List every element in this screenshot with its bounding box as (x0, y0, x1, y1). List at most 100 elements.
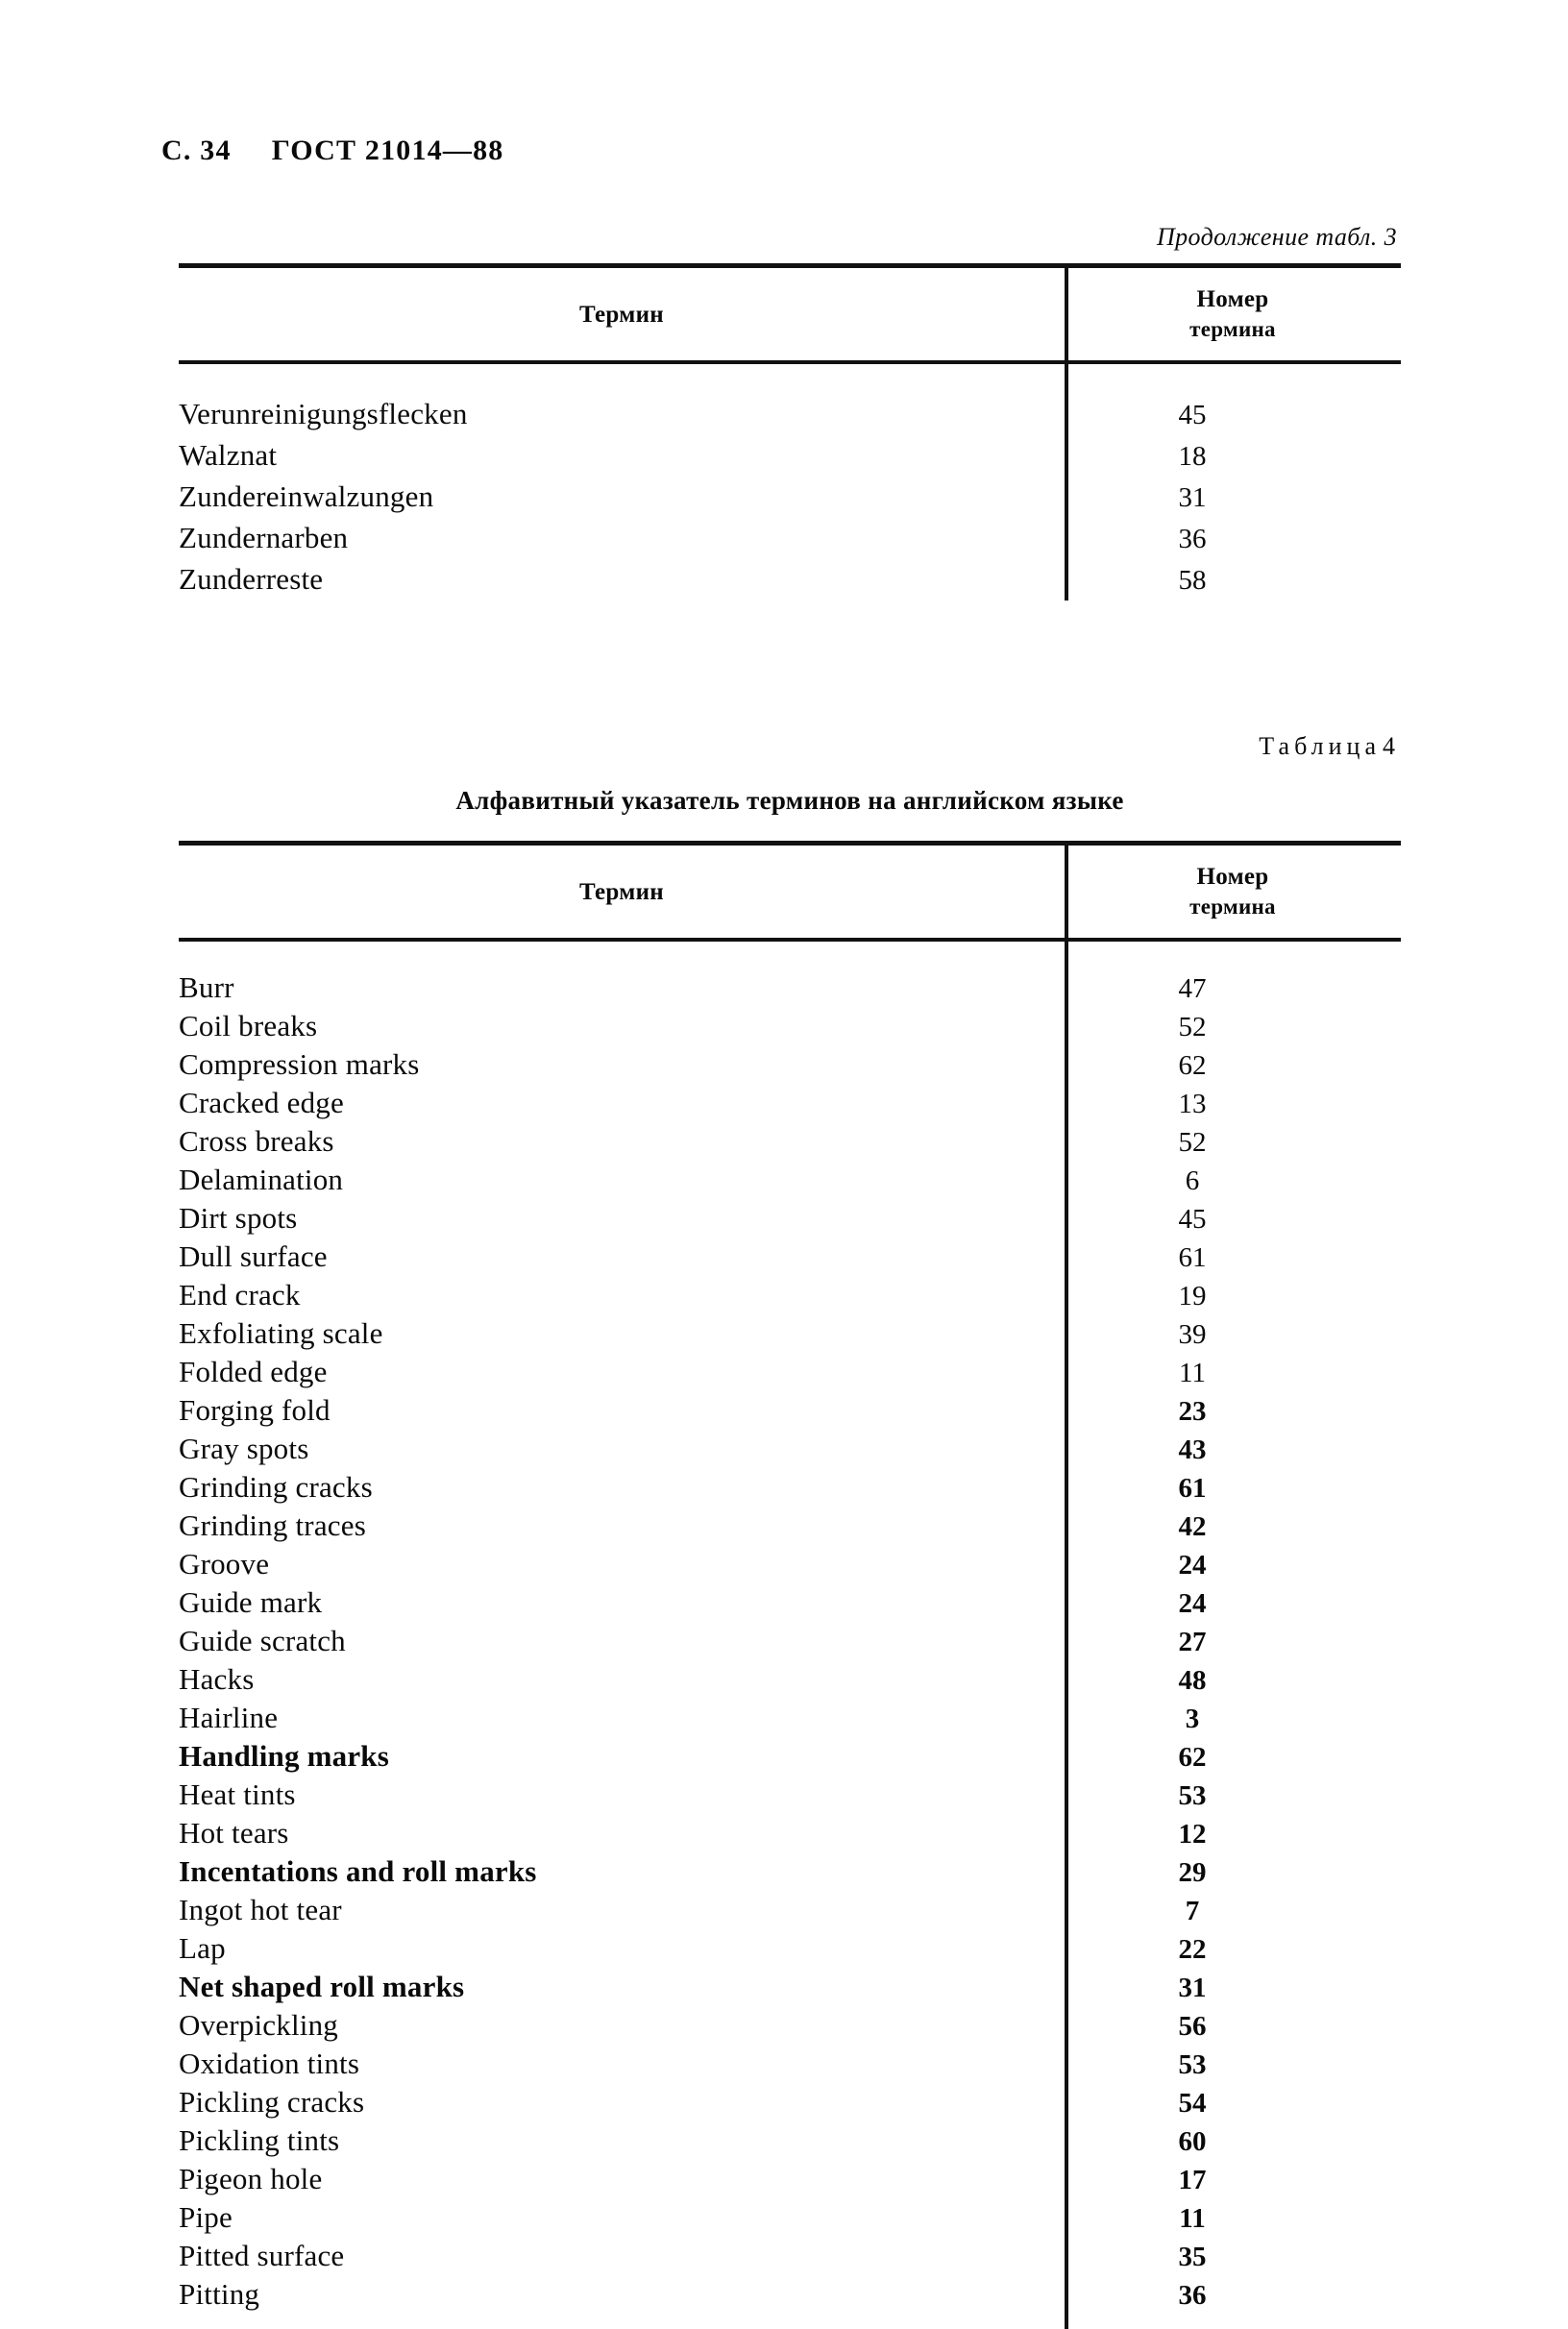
term-number: 47 (1178, 973, 1207, 1004)
term-text: Pickling cracks (179, 2085, 365, 2119)
table-row: Burr 47 (179, 970, 1401, 1009)
table-row: Dull surface 61 (179, 1239, 1401, 1278)
term-number: 19 (1178, 1281, 1207, 1312)
term-text: End crack (179, 1278, 301, 1312)
term-number: 36 (1178, 524, 1207, 554)
table-row: Ingot hot tear 7 (179, 1893, 1401, 1931)
table-row: Delamination 6 (179, 1163, 1401, 1201)
term-number: 29 (1178, 1857, 1207, 1888)
term-number: 52 (1178, 1012, 1207, 1042)
term-text: Walznat (179, 438, 278, 472)
table-row: Groove 24 (179, 1547, 1401, 1585)
term-text: Net shaped roll marks (179, 1970, 465, 2003)
table-row: Lap 22 (179, 1931, 1401, 1970)
term-number: 45 (1178, 400, 1207, 430)
term-number: 42 (1178, 1511, 1207, 1542)
term-number: 24 (1178, 1550, 1207, 1581)
term-number: 23 (1178, 1396, 1207, 1427)
table-row: Pitted surface 35 (179, 2239, 1401, 2277)
term-number: 24 (1178, 1588, 1207, 1619)
table-row: Zunderreste 58 (179, 562, 1401, 603)
term-number: 27 (1178, 1627, 1207, 1657)
term-number: 53 (1178, 1780, 1207, 1811)
term-number: 62 (1178, 1050, 1207, 1081)
term-text: Verunreinigungsflecken (179, 397, 468, 430)
term-number: 60 (1178, 2126, 1207, 2157)
table-row: Heat tints 53 (179, 1777, 1401, 1816)
term-text: Cracked edge (179, 1086, 344, 1119)
table-3-header-term: Термин (579, 301, 664, 328)
term-text: Overpickling (179, 2008, 338, 2042)
table-row: Coil breaks 52 (179, 1009, 1401, 1047)
table-row: Zundernarben 36 (179, 521, 1401, 562)
table-row: Walznat 18 (179, 438, 1401, 479)
table-3-body-divider (1065, 364, 1068, 601)
table-4-label: Таблица4 (1259, 732, 1395, 760)
term-text: Pigeon hole (179, 2162, 323, 2195)
table-row: Grinding cracks 61 (179, 1470, 1401, 1508)
table-row: Cross breaks 52 (179, 1124, 1401, 1163)
term-text: Exfoliating scale (179, 1316, 383, 1350)
term-text: Hot tears (179, 1816, 289, 1850)
term-text: Lap (179, 1931, 226, 1965)
term-text: Pitting (179, 2277, 260, 2311)
table-3-header-row: Термин Номер термина (179, 268, 1401, 389)
term-text: Coil breaks (179, 1009, 318, 1042)
table-row: End crack 19 (179, 1278, 1401, 1316)
term-text: Incentations and roll marks (179, 1854, 537, 1888)
term-text: Groove (179, 1547, 270, 1581)
term-text: Delamination (179, 1163, 344, 1196)
table-row: Pickling cracks 54 (179, 2085, 1401, 2123)
term-text: Hacks (179, 1662, 255, 1696)
table-row: Handling marks 62 (179, 1739, 1401, 1777)
term-number: 43 (1178, 1434, 1207, 1465)
term-text: Pickling tints (179, 2123, 340, 2157)
table-4-body: Burr 47 Coil breaks 52 Compression marks… (179, 942, 1401, 2329)
document-page: С. 34 ГОСТ 21014—88 Продолжение табл. 3 Т… (0, 0, 1568, 2329)
table-row: Pigeon hole 17 (179, 2162, 1401, 2200)
table-3-continuation: Продолжение табл. 3 Термин Номер термина… (179, 223, 1401, 603)
table-row: Cracked edge 13 (179, 1086, 1401, 1124)
running-head: С. 34 ГОСТ 21014—88 (161, 135, 504, 167)
term-number: 61 (1178, 1473, 1207, 1504)
table-row: Guide scratch 27 (179, 1624, 1401, 1662)
term-text: Zunderreste (179, 562, 324, 596)
term-text: Cross breaks (179, 1124, 334, 1158)
table-4-header-number: Номер термина (1189, 864, 1276, 919)
term-number: 31 (1178, 482, 1207, 513)
term-text: Burr (179, 970, 234, 1004)
table-3-continuation-caption: Продолжение табл. 3 (1156, 223, 1397, 251)
term-number: 17 (1178, 2165, 1207, 2195)
table-row: Hairline 3 (179, 1701, 1401, 1739)
term-number: 18 (1178, 441, 1207, 472)
term-number: 11 (1179, 1358, 1206, 1388)
term-text: Dirt spots (179, 1201, 298, 1235)
term-number: 11 (1179, 2203, 1206, 2234)
term-number: 56 (1178, 2011, 1207, 2042)
term-text: Grinding cracks (179, 1470, 373, 1504)
term-number: 39 (1178, 1319, 1207, 1350)
table-row: Guide mark 24 (179, 1585, 1401, 1624)
term-text: Pitted surface (179, 2239, 345, 2272)
table-row: Dirt spots 45 (179, 1201, 1401, 1239)
term-text: Gray spots (179, 1432, 309, 1465)
table-4-body-divider (1065, 942, 1068, 2329)
term-number: 58 (1178, 565, 1207, 596)
table-3-body: Verunreinigungsflecken 45 Walznat 18 Zun… (179, 364, 1401, 603)
term-number: 12 (1178, 1819, 1207, 1850)
term-number: 3 (1185, 1704, 1200, 1734)
table-row: Pickling tints 60 (179, 2123, 1401, 2162)
table-row: Forging fold 23 (179, 1393, 1401, 1432)
term-text: Dull surface (179, 1239, 328, 1273)
table-row: Grinding traces 42 (179, 1508, 1401, 1547)
standard-designation: ГОСТ 21014—88 (271, 135, 504, 166)
table-row: Pipe 11 (179, 2200, 1401, 2239)
term-number: 13 (1178, 1089, 1207, 1119)
table-row: Pitting 36 (179, 2277, 1401, 2316)
term-text: Handling marks (179, 1739, 389, 1773)
term-number: 53 (1178, 2049, 1207, 2080)
term-text: Ingot hot tear (179, 1893, 342, 1926)
term-text: Zundereinwalzungen (179, 479, 434, 513)
term-number: 45 (1178, 1204, 1207, 1235)
table-row: Overpickling 56 (179, 2008, 1401, 2047)
